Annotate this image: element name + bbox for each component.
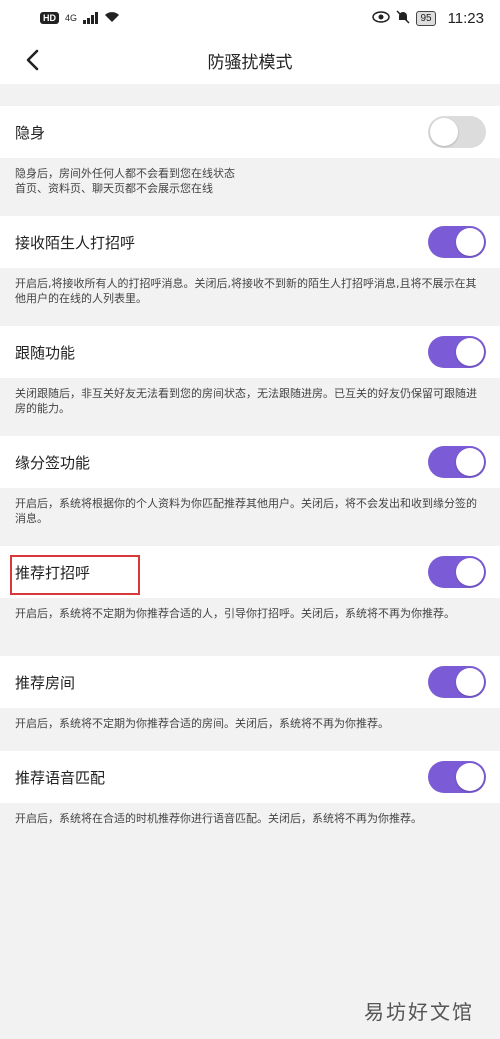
- setting-row-recommend-voice-match: 推荐语音匹配: [0, 751, 500, 803]
- setting-row-follow: 跟随功能: [0, 326, 500, 378]
- setting-row-invisible: 隐身: [0, 106, 500, 158]
- wifi-icon: [104, 11, 120, 26]
- status-right: 95 11:23: [372, 10, 484, 27]
- setting-label: 推荐房间: [15, 673, 76, 692]
- setting-description: 隐身后，房间外任何人都不会看到您在线状态 首页、资料页、聊天页都不会展示您在线: [0, 158, 500, 216]
- clock: 11:23: [447, 9, 484, 27]
- recommend-voice-match-toggle[interactable]: [428, 761, 486, 793]
- setting-description: 开启后，系统将在合适的时机推荐你进行语音匹配。关闭后，系统将不再为你推荐。: [0, 803, 500, 846]
- recommend-room-toggle[interactable]: [428, 666, 486, 698]
- setting-label: 隐身: [15, 123, 46, 142]
- toggle-knob: [456, 338, 484, 366]
- toggle-knob: [456, 228, 484, 256]
- top-spacer: [0, 84, 500, 106]
- signal-icon: [83, 12, 99, 24]
- page-title: 防骚扰模式: [207, 52, 293, 73]
- highlight-annotation: [10, 555, 140, 595]
- setting-description: 关闭跟随后，非互关好友无法看到您的房间状态，无法跟随进房。已互关的好友仍保留可跟…: [0, 378, 500, 436]
- settings-list: 隐身 隐身后，房间外任何人都不会看到您在线状态 首页、资料页、聊天页都不会展示您…: [0, 106, 500, 846]
- hd-badge: HD: [40, 12, 59, 24]
- setting-row-fate-match: 缘分签功能: [0, 436, 500, 488]
- mute-bell-icon: [396, 9, 410, 27]
- setting-label: 缘分签功能: [15, 453, 91, 472]
- eye-icon: [372, 10, 391, 26]
- battery-indicator: 95: [416, 10, 436, 26]
- setting-description: 开启后，系统将根据你的个人资料为你匹配推荐其他用户。关闭后，将不会发出和收到缘分…: [0, 488, 500, 546]
- setting-row-recommend-room: 推荐房间: [0, 656, 500, 708]
- toggle-knob: [456, 558, 484, 586]
- setting-description: 开启后，系统将不定期为你推荐合适的房间。关闭后，系统将不再为你推荐。: [0, 708, 500, 751]
- nav-bar: 防骚扰模式: [0, 36, 500, 84]
- stranger-greetings-toggle[interactable]: [428, 226, 486, 258]
- toggle-knob: [456, 448, 484, 476]
- setting-row-stranger-greetings: 接收陌生人打招呼: [0, 216, 500, 268]
- setting-description: 开启后，系统将不定期为你推荐合适的人，引导你打招呼。关闭后，系统将不再为你推荐。: [0, 598, 500, 656]
- watermark-text: 易坊好文馆: [364, 1000, 474, 1024]
- setting-label: 接收陌生人打招呼: [15, 233, 136, 252]
- setting-description: 开启后,将接收所有人的打招呼消息。关闭后,将接收不到新的陌生人打招呼消息,且将不…: [0, 268, 500, 326]
- follow-toggle[interactable]: [428, 336, 486, 368]
- recommend-greeting-toggle[interactable]: [428, 556, 486, 588]
- toggle-knob: [456, 763, 484, 791]
- setting-label: 跟随功能: [15, 343, 76, 362]
- toggle-knob: [430, 118, 458, 146]
- invisible-toggle[interactable]: [428, 116, 486, 148]
- network-type: 4G: [65, 13, 78, 23]
- toggle-knob: [456, 668, 484, 696]
- back-arrow-icon[interactable]: [20, 46, 44, 74]
- status-left: HD 4G: [40, 11, 120, 26]
- fate-match-toggle[interactable]: [428, 446, 486, 478]
- status-bar: HD 4G 95 11:23: [0, 0, 500, 36]
- setting-label: 推荐语音匹配: [15, 768, 106, 787]
